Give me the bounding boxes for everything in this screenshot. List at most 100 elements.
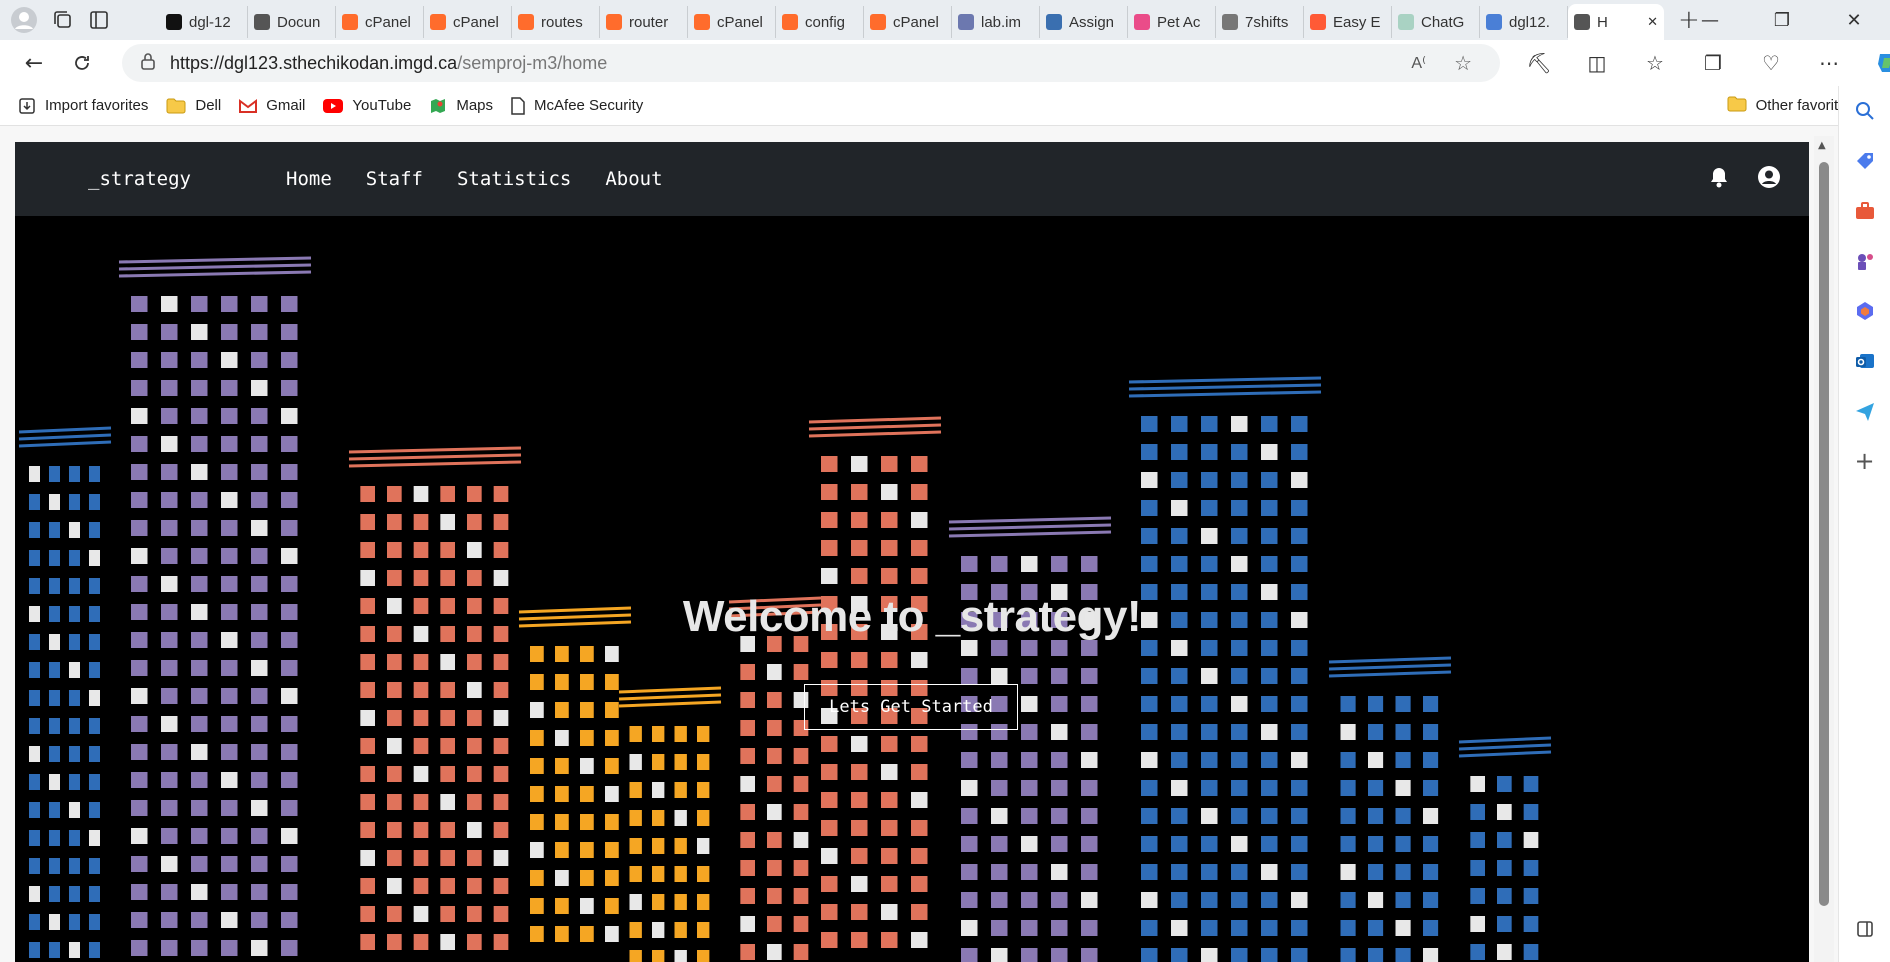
browser-tab-label: Docun [277, 13, 321, 31]
browser-tab[interactable]: Pet Ac [1128, 6, 1216, 38]
browser-tab-label: cPanel [365, 13, 411, 31]
browser-tab[interactable]: Easy E [1304, 6, 1392, 38]
scroll-thumb[interactable] [1819, 162, 1829, 906]
youtube-icon [323, 98, 344, 113]
building [18, 426, 112, 958]
browser-tab-label: config [805, 13, 846, 31]
add-sidebar-app-icon[interactable]: + [1839, 436, 1890, 486]
browser-tab[interactable]: Assign [1040, 6, 1128, 38]
favorite-star-icon[interactable]: ☆ [1454, 51, 1472, 76]
hide-sidebar-icon[interactable] [1839, 904, 1890, 954]
extensions-icon[interactable]: ⛏ [1510, 51, 1568, 75]
page-scrollbar[interactable]: ▲ [1814, 136, 1834, 962]
nav-link-about[interactable]: About [605, 168, 662, 190]
browser-tab[interactable]: cPanel [864, 6, 952, 38]
other-favorites[interactable]: Other favorites [1727, 96, 1854, 116]
building [1458, 736, 1552, 960]
profile-icon[interactable] [10, 6, 38, 34]
tab-strip: dgl-12 Docun cPanel cPanel routes router cPane… [160, 0, 1664, 40]
url-path: /semproj-m3/home [457, 52, 608, 73]
browser-essentials-icon[interactable]: ♡ [1742, 51, 1800, 75]
gmail-icon [239, 98, 258, 113]
cpanel-icon [870, 14, 886, 30]
favorite-label: McAfee Security [534, 97, 644, 114]
maps-icon [429, 97, 447, 115]
favorite-label: Gmail [266, 97, 306, 114]
minimize-button[interactable]: — [1674, 0, 1746, 40]
read-aloud-icon[interactable]: A⁽ [1411, 53, 1426, 73]
favorite-item[interactable]: Import favorites [18, 97, 148, 115]
nav-link-home[interactable]: Home [286, 168, 332, 190]
collections-icon[interactable]: ❐ [1684, 51, 1742, 75]
site-navbar: _strategy Home Staff Statistics About [15, 142, 1809, 216]
building [1328, 656, 1452, 962]
site-brand[interactable]: _strategy [88, 168, 191, 190]
building [808, 416, 942, 948]
dribbble-icon [1134, 14, 1150, 30]
folder-icon [1727, 96, 1747, 116]
browser-tab[interactable]: ChatG [1392, 6, 1480, 38]
favorite-item[interactable]: YouTube [323, 97, 411, 114]
browser-tab[interactable]: 7shifts [1216, 6, 1304, 38]
back-button[interactable]: ← [10, 43, 58, 83]
favorite-item[interactable]: Gmail [239, 97, 305, 114]
browser-tab[interactable]: H ✕ [1568, 4, 1664, 40]
browser-tab[interactable]: lab.im [952, 6, 1040, 38]
bell-icon[interactable] [1709, 166, 1729, 192]
document-icon [254, 14, 270, 30]
send-icon[interactable] [1839, 386, 1890, 436]
refresh-button[interactable] [58, 43, 106, 83]
browser-tab[interactable]: cPanel [424, 6, 512, 38]
workspaces-icon[interactable] [52, 9, 74, 31]
cpanel-icon [782, 14, 798, 30]
browser-tab[interactable]: routes [512, 6, 600, 38]
navbar-actions [1709, 165, 1781, 193]
building [1128, 376, 1322, 962]
lock-icon[interactable] [140, 52, 156, 75]
favorite-item[interactable]: Maps [429, 97, 493, 115]
browser-tab[interactable]: router [600, 6, 688, 38]
browser-tab-label: router [629, 13, 669, 31]
favorite-item[interactable]: McAfee Security [511, 96, 644, 115]
search-icon[interactable] [1839, 86, 1890, 136]
browser-tab[interactable]: config [776, 6, 864, 38]
browser-tab[interactable]: cPanel [336, 6, 424, 38]
favorite-item[interactable]: Dell [166, 97, 221, 114]
document-icon [511, 96, 525, 115]
scroll-up-icon[interactable]: ▲ [1818, 140, 1826, 151]
import-icon [18, 97, 36, 115]
user-account-icon[interactable] [1757, 165, 1781, 193]
favorites-icon[interactable]: ☆ [1626, 51, 1684, 75]
building [618, 686, 722, 962]
browser-tab-label: Assign [1069, 13, 1115, 31]
nav-link-staff[interactable]: Staff [366, 168, 423, 190]
browser-tab[interactable]: dgl-12 [160, 6, 248, 38]
tag-icon[interactable] [1839, 136, 1890, 186]
browser-tab[interactable]: Docun [248, 6, 336, 38]
browser-tab-label: dgl12. [1509, 13, 1550, 31]
browser-tab[interactable]: cPanel [688, 6, 776, 38]
browser-tab-label: dgl-12 [189, 13, 231, 31]
folder-icon [166, 98, 186, 114]
copilot-icon[interactable] [1858, 50, 1890, 76]
games-icon[interactable] [1839, 236, 1890, 286]
favorite-label: Maps [456, 97, 494, 114]
get-started-button[interactable]: Lets Get Started [804, 684, 1018, 730]
close-window-button[interactable]: ✕ [1818, 0, 1890, 40]
address-bar-row: ← https://dgl123.sthechikodan.imgd.ca/se… [0, 40, 1890, 86]
browser-tab[interactable]: dgl12. [1480, 6, 1568, 38]
chart-icon [1046, 14, 1062, 30]
building [518, 606, 632, 942]
close-tab-icon[interactable]: ✕ [1647, 14, 1658, 30]
more-menu-icon[interactable]: ⋯ [1800, 51, 1858, 75]
microsoft-365-icon[interactable] [1839, 286, 1890, 336]
tab-actions-icon[interactable] [88, 9, 110, 31]
search-icon [1486, 14, 1502, 30]
split-screen-icon[interactable]: ◫ [1568, 51, 1626, 75]
outlook-icon[interactable] [1839, 336, 1890, 386]
tools-icon[interactable] [1839, 186, 1890, 236]
browser-tab-bar: dgl-12 Docun cPanel cPanel routes router cPane… [0, 0, 1890, 40]
url-field[interactable]: https://dgl123.sthechikodan.imgd.ca/semp… [122, 44, 1500, 82]
maximize-button[interactable]: ❐ [1746, 0, 1818, 40]
nav-link-statistics[interactable]: Statistics [457, 168, 571, 190]
